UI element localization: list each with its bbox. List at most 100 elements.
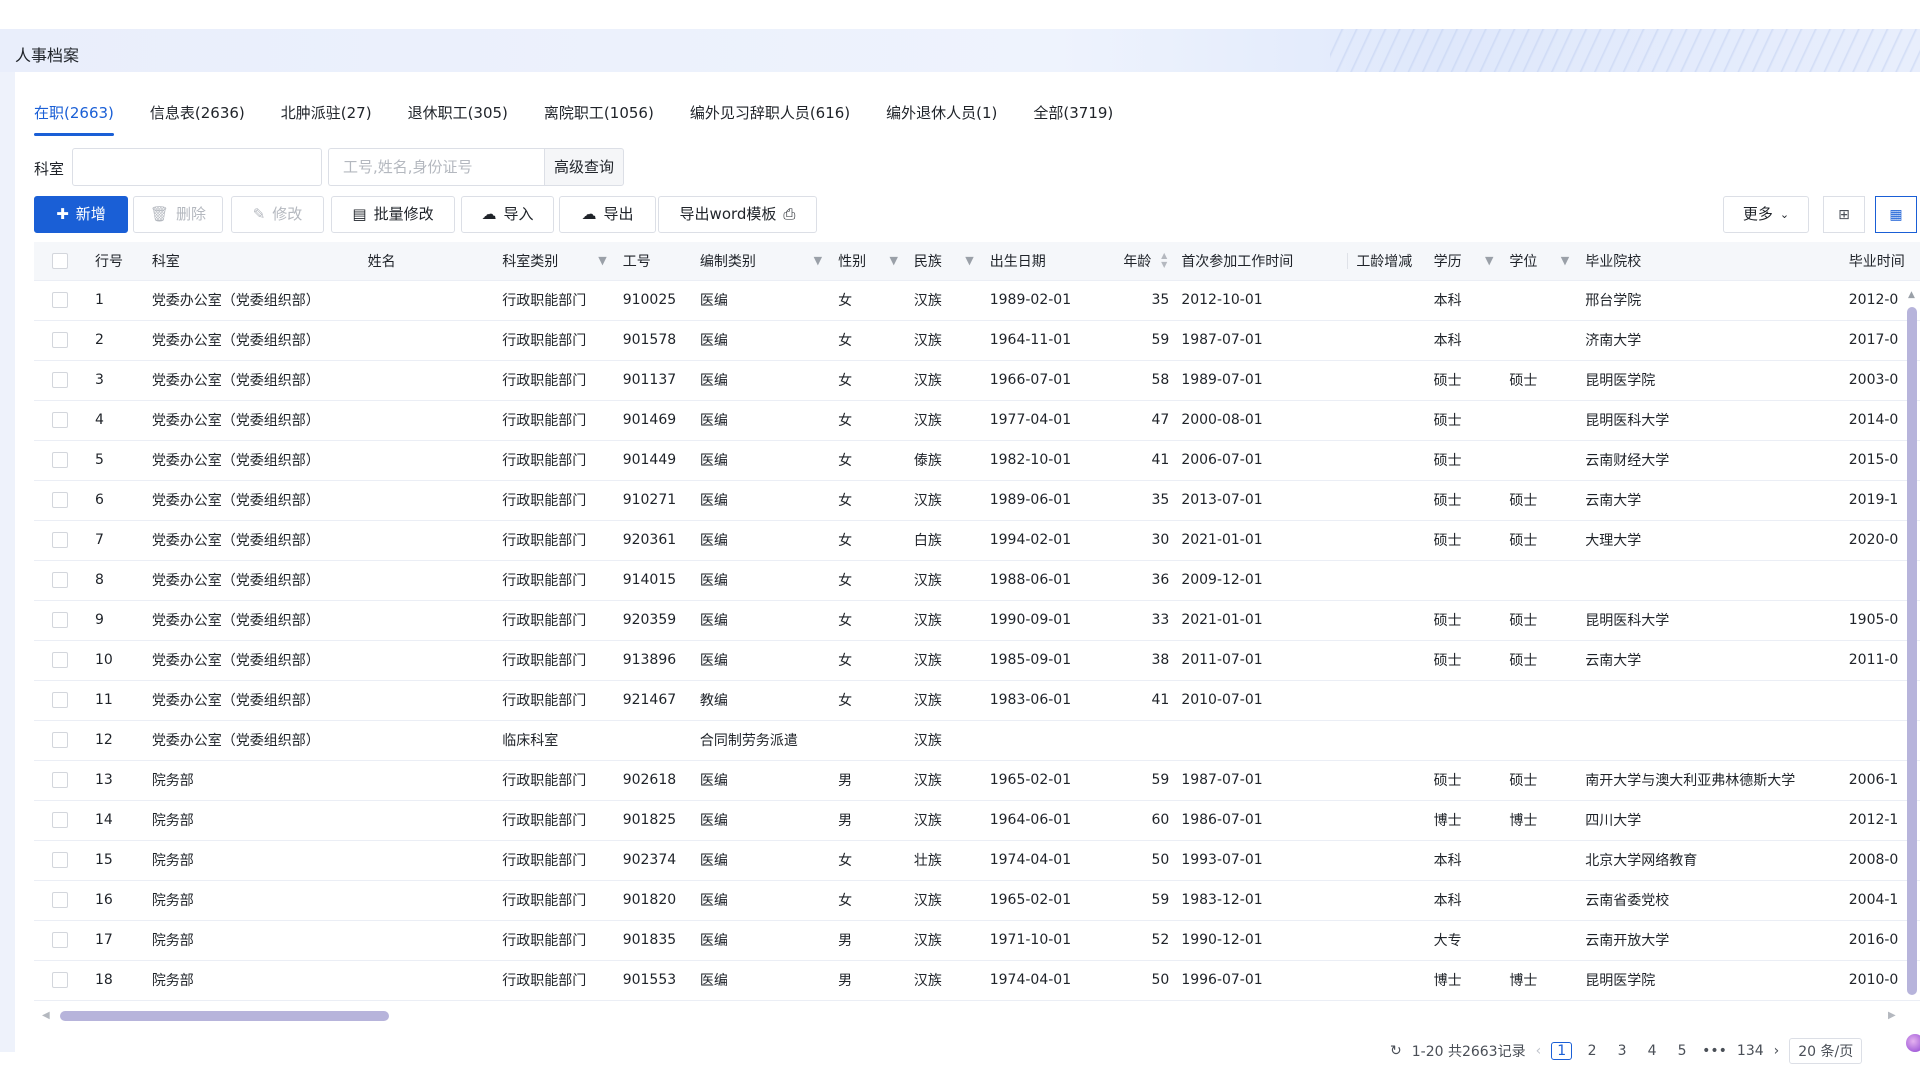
tab-retired[interactable]: 退休职工(305) xyxy=(408,100,508,136)
table-row[interactable]: 15 院务部 行政职能部门 902374 医编 女 壮族 1974-04-01 50 1993-0… xyxy=(34,840,1920,880)
table-row[interactable]: 17 院务部 行政职能部门 901835 医编 男 汉族 1971-10-01 52 1990-1… xyxy=(34,920,1920,960)
table-row[interactable]: 5 党委办公室（党委组织部） 行政职能部门 901449 医编 女 傣族 1982-10-01… xyxy=(34,440,1920,480)
horizontal-scrollbar[interactable] xyxy=(60,1011,389,1021)
header-select-all[interactable] xyxy=(34,242,87,281)
table-row[interactable]: 14 院务部 行政职能部门 901825 医编 男 汉族 1964-06-01 60 1986-0… xyxy=(34,800,1920,840)
table-row[interactable]: 7 党委办公室（党委组织部） 行政职能部门 920361 医编 女 白族 1994-02-01… xyxy=(34,520,1920,560)
header-gender[interactable]: 性别 ▼ xyxy=(830,242,906,281)
table-row[interactable]: 18 院务部 行政职能部门 901553 医编 男 汉族 1974-04-01 50 1996-0… xyxy=(34,960,1920,1000)
row-select-cell[interactable] xyxy=(34,960,87,1000)
filter-icon[interactable]: ▼ xyxy=(1485,254,1493,267)
table-row[interactable]: 11 党委办公室（党委组织部） 行政职能部门 921467 教编 女 汉族 1983-06-0… xyxy=(34,680,1920,720)
header-name[interactable]: 姓名 xyxy=(359,242,495,281)
row-checkbox[interactable] xyxy=(52,292,68,308)
row-select-cell[interactable] xyxy=(34,280,87,320)
row-select-cell[interactable] xyxy=(34,720,87,760)
scroll-right-arrow[interactable]: ▶ xyxy=(1888,1010,1896,1021)
row-checkbox[interactable] xyxy=(52,372,68,388)
table-row[interactable]: 13 院务部 行政职能部门 902618 医编 男 汉族 1965-02-01 59 1987-0… xyxy=(34,760,1920,800)
table-view-toggle[interactable]: ▦ xyxy=(1875,196,1917,233)
page-4[interactable]: 4 xyxy=(1642,1043,1662,1059)
edit-button[interactable]: ✎ 修改 xyxy=(231,196,324,233)
row-select-cell[interactable] xyxy=(34,640,87,680)
row-checkbox[interactable] xyxy=(52,492,68,508)
filter-icon[interactable]: ▼ xyxy=(1561,254,1569,267)
tab-beizhong-dispatched[interactable]: 北肿派驻(27) xyxy=(281,100,372,136)
grid-view-toggle[interactable]: ⊞ xyxy=(1823,196,1865,233)
next-page-button[interactable]: › xyxy=(1774,1043,1780,1059)
header-ethnicity[interactable]: 民族 ▼ xyxy=(905,242,982,281)
filter-icon[interactable]: ▼ xyxy=(965,254,973,267)
export-button[interactable]: ☁ 导出 xyxy=(559,196,656,233)
table-row[interactable]: 2 党委办公室（党委组织部） 行政职能部门 901578 医编 女 汉族 1964-11-01… xyxy=(34,320,1920,360)
scroll-left-arrow[interactable]: ◀ xyxy=(42,1010,50,1021)
table-row[interactable]: 12 党委办公室（党委组织部） 临床科室 合同制劳务派遣 汉族 xyxy=(34,720,1920,760)
row-select-cell[interactable] xyxy=(34,320,87,360)
table-row[interactable]: 3 党委办公室（党委组织部） 行政职能部门 901137 医编 女 汉族 1966-07-01… xyxy=(34,360,1920,400)
select-all-checkbox[interactable] xyxy=(52,252,68,269)
tab-external-retired[interactable]: 编外退休人员(1) xyxy=(886,100,997,136)
row-select-cell[interactable] xyxy=(34,360,87,400)
page-size-select[interactable]: 20 条/页 xyxy=(1789,1038,1863,1064)
row-checkbox[interactable] xyxy=(52,652,68,668)
tab-info-sheet[interactable]: 信息表(2636) xyxy=(150,100,245,136)
tab-in-service[interactable]: 在职(2663) xyxy=(34,100,114,136)
table-row[interactable]: 9 党委办公室（党委组织部） 行政职能部门 920359 医编 女 汉族 1990-09-01… xyxy=(34,600,1920,640)
row-checkbox[interactable] xyxy=(52,772,68,788)
advanced-search-button[interactable]: 高级查询 xyxy=(544,148,624,186)
add-button[interactable]: ✚ 新增 xyxy=(34,196,128,233)
tab-departed[interactable]: 离院职工(1056) xyxy=(544,100,654,136)
table-row[interactable]: 10 党委办公室（党委组织部） 行政职能部门 913896 医编 女 汉族 1985-09-0… xyxy=(34,640,1920,680)
row-select-cell[interactable] xyxy=(34,880,87,920)
row-checkbox[interactable] xyxy=(52,532,68,548)
more-dropdown[interactable]: 更多 ⌄ xyxy=(1723,196,1809,233)
row-select-cell[interactable] xyxy=(34,560,87,600)
scroll-up-arrow[interactable]: ▲ xyxy=(1908,290,1915,300)
assistant-icon[interactable] xyxy=(1906,1034,1920,1052)
page-2[interactable]: 2 xyxy=(1582,1043,1602,1059)
header-first-work-date[interactable]: 首次参加工作时间 xyxy=(1173,242,1349,281)
header-birth-date[interactable]: 出生日期 xyxy=(981,242,1108,281)
header-school[interactable]: 毕业院校 xyxy=(1577,242,1841,281)
table-row[interactable]: 16 院务部 行政职能部门 901820 医编 女 汉族 1965-02-01 59 1983-1… xyxy=(34,880,1920,920)
page-1[interactable]: 1 xyxy=(1551,1042,1573,1060)
row-checkbox[interactable] xyxy=(52,972,68,988)
table-row[interactable]: 8 党委办公室（党委组织部） 行政职能部门 914015 医编 女 汉族 1988-06-01… xyxy=(34,560,1920,600)
vertical-scrollbar[interactable] xyxy=(1907,307,1917,995)
row-checkbox[interactable] xyxy=(52,732,68,748)
prev-page-button[interactable]: ‹ xyxy=(1536,1043,1542,1059)
row-checkbox[interactable] xyxy=(52,412,68,428)
header-graduation-date[interactable]: 毕业时间 xyxy=(1840,242,1920,281)
page-3[interactable]: 3 xyxy=(1612,1043,1632,1059)
table-row[interactable]: 6 党委办公室（党委组织部） 行政职能部门 910271 医编 女 汉族 1989-06-01… xyxy=(34,480,1920,520)
export-word-template-button[interactable]: 导出word模板 ⎙ xyxy=(658,196,817,233)
filter-icon[interactable]: ▼ xyxy=(598,254,606,267)
row-select-cell[interactable] xyxy=(34,800,87,840)
header-seniority-adjust[interactable]: 工龄增减 xyxy=(1348,242,1426,281)
filter-icon[interactable]: ▼ xyxy=(814,254,822,267)
header-employee-id[interactable]: 工号 xyxy=(614,242,692,281)
header-degree[interactable]: 学位 ▼ xyxy=(1501,242,1578,281)
header-staffing-type[interactable]: 编制类别 ▼ xyxy=(691,242,831,281)
header-education[interactable]: 学历 ▼ xyxy=(1425,242,1502,281)
row-select-cell[interactable] xyxy=(34,520,87,560)
filter-icon[interactable]: ▼ xyxy=(889,254,897,267)
table-row[interactable]: 4 党委办公室（党委组织部） 行政职能部门 901469 医编 女 汉族 1977-04-01… xyxy=(34,400,1920,440)
row-checkbox[interactable] xyxy=(52,572,68,588)
page-134[interactable]: 134 xyxy=(1737,1043,1764,1059)
sort-icon[interactable]: ▲ ▼ xyxy=(1161,251,1167,269)
row-checkbox[interactable] xyxy=(52,612,68,628)
row-checkbox[interactable] xyxy=(52,692,68,708)
page-5[interactable]: 5 xyxy=(1672,1043,1692,1059)
header-age[interactable]: 年龄 ▲ ▼ xyxy=(1107,242,1174,281)
row-checkbox[interactable] xyxy=(52,932,68,948)
page-ellipsis[interactable]: ••• xyxy=(1702,1043,1727,1059)
row-select-cell[interactable] xyxy=(34,760,87,800)
header-dept-category[interactable]: 科室类别 ▼ xyxy=(494,242,615,281)
tab-all[interactable]: 全部(3719) xyxy=(1033,100,1113,136)
search-input[interactable] xyxy=(328,148,546,186)
row-select-cell[interactable] xyxy=(34,920,87,960)
refresh-icon[interactable]: ↻ xyxy=(1390,1043,1402,1059)
tab-external-trainee-resigned[interactable]: 编外见习辞职人员(616) xyxy=(690,100,850,136)
row-checkbox[interactable] xyxy=(52,452,68,468)
